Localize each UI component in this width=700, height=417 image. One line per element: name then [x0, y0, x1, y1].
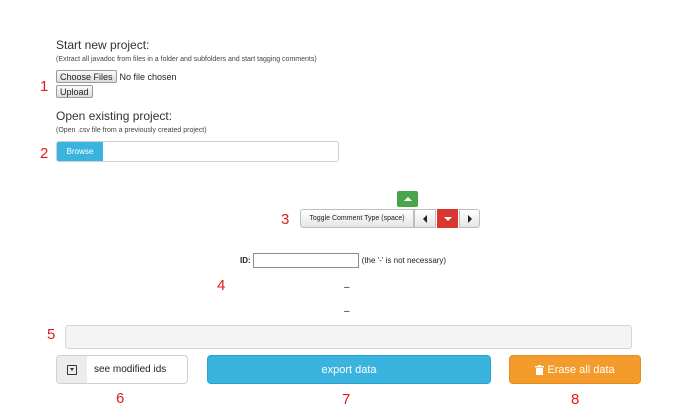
id-hint: (the '-' is not necessary)	[361, 256, 447, 265]
marker-2: 2	[40, 145, 49, 162]
id-row: ID: (the '-' is not necessary)	[240, 253, 446, 268]
marker-3: 3	[281, 211, 290, 228]
start-project-description: (Extract all javadoc from files in a fol…	[56, 56, 317, 63]
choose-files-button[interactable]: Choose Files	[56, 70, 117, 83]
arrow-left-icon	[423, 214, 427, 223]
arrow-up-icon	[403, 197, 412, 201]
toggle-comment-type-button[interactable]: Toggle Comment Type (space)	[300, 209, 414, 228]
type-down-button[interactable]	[437, 209, 458, 228]
marker-7: 7	[342, 391, 351, 408]
marker-8: 8	[571, 391, 580, 408]
file-status: No file chosen	[119, 71, 177, 82]
browse-path-field[interactable]	[105, 142, 336, 161]
marker-5: 5	[47, 326, 56, 343]
start-project-heading: Start new project:	[56, 38, 150, 52]
list-icon	[57, 356, 87, 383]
toggle-comment-type-label: Toggle Comment Type (space)	[309, 215, 405, 222]
comment-type-display: –	[344, 282, 350, 293]
browse-group: Browse	[56, 141, 339, 162]
erase-all-data-label: Erase all data	[547, 363, 615, 376]
browse-button[interactable]: Browse	[57, 142, 103, 161]
open-project-heading: Open existing project:	[56, 109, 173, 123]
marker-1: 1	[40, 78, 49, 95]
see-modified-ids-label: see modified ids	[94, 364, 167, 375]
marker-4: 4	[217, 277, 226, 294]
trash-icon	[535, 364, 545, 375]
export-data-label: export data	[321, 363, 377, 376]
id-label: ID:	[240, 256, 251, 265]
previous-button[interactable]	[414, 209, 436, 228]
arrow-right-icon	[467, 214, 472, 223]
see-modified-ids-button[interactable]: see modified ids	[56, 355, 188, 384]
comment-id-display: –	[344, 306, 350, 317]
arrow-down-icon	[443, 216, 452, 221]
type-up-button[interactable]	[397, 191, 418, 207]
erase-all-data-button[interactable]: Erase all data	[509, 355, 641, 384]
next-button[interactable]	[459, 209, 480, 228]
open-project-description: (Open .csv file from a previously create…	[56, 127, 207, 134]
upload-button[interactable]: Upload	[56, 85, 93, 98]
marker-6: 6	[116, 390, 125, 407]
id-input[interactable]	[252, 253, 359, 268]
comment-text-box[interactable]	[65, 325, 632, 349]
file-picker: Choose Files No file chosen	[56, 70, 177, 83]
export-data-button[interactable]: export data	[207, 355, 491, 384]
